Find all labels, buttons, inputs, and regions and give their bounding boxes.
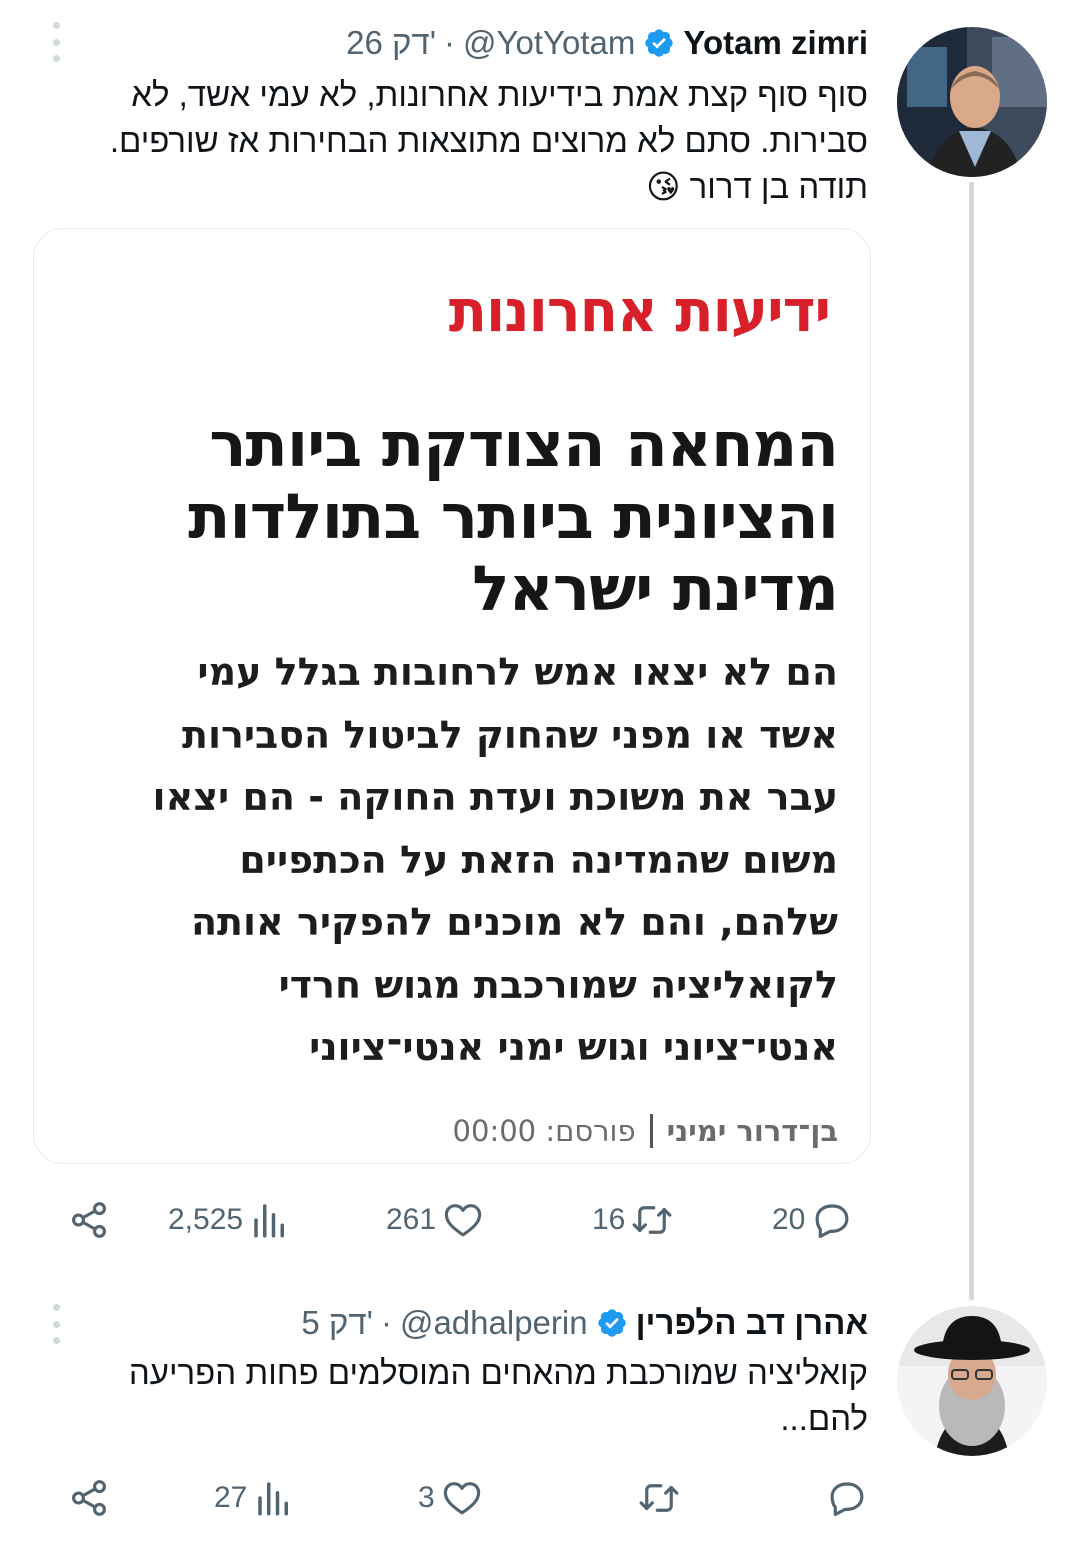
timestamp[interactable]: 5 דק' (301, 1304, 373, 1342)
reply-icon (815, 1204, 849, 1239)
analytics-icon (258, 1482, 289, 1516)
tweet-text-line: סוף סוף קצת אמת בידיעות אחרונות, לא עמי … (131, 76, 868, 113)
body-line: משום שהמדינה הזאת על הכתפיים (239, 837, 838, 882)
verified-badge-icon (597, 1309, 626, 1337)
avatar[interactable] (897, 27, 1047, 177)
more-options-icon[interactable] (46, 22, 66, 62)
views-button[interactable]: 2,525 (168, 1190, 291, 1250)
retweet-icon (632, 1206, 672, 1234)
reply-button[interactable]: 20 (772, 1190, 853, 1250)
like-count: 261 (386, 1203, 437, 1236)
tweet-header: Yotam zimri @YotYotam · 26 דק' (346, 18, 868, 68)
separator-dot: · (444, 24, 456, 61)
body-line: הם לא יצאו אמש לרחובות בגלל עמי (197, 650, 838, 694)
reply-count: 20 (772, 1203, 806, 1236)
byline-divider (649, 1114, 653, 1148)
timestamp[interactable]: 26 דק' (346, 24, 436, 62)
share-icon (72, 1202, 106, 1238)
tweet-text-line: תודה בן דרור 😘 (646, 168, 868, 205)
retweet-button[interactable]: 16 (592, 1190, 673, 1250)
tweet-2[interactable]: אהרן דב הלפרין @adhalperin · 5 דק' קואלי… (0, 1290, 1080, 1549)
author-name[interactable]: Yotam zimri (683, 24, 868, 62)
tweet-text-line: קואליציה שמורכבת מהאחים המוסלמים פחות הפ… (128, 1354, 868, 1391)
avatar[interactable] (897, 1306, 1047, 1456)
reply-icon (830, 1482, 864, 1517)
author-name[interactable]: אהרן דב הלפרין (636, 1304, 868, 1342)
newspaper-logo: ידיעות אחרונות (448, 277, 831, 346)
heart-icon (443, 1482, 480, 1515)
body-line: אנטי־ציוני וגוש ימני אנטי־ציוני (309, 1025, 838, 1069)
retweet-count: 16 (592, 1203, 626, 1236)
verified-badge-icon (645, 29, 674, 57)
published-time: פורסם: 00:00 (452, 1114, 636, 1148)
view-count: 2,525 (168, 1203, 244, 1236)
share-button[interactable] (68, 1468, 110, 1528)
tweet-text: סוף סוף קצת אמת בידיעות אחרונות, לא עמי … (68, 72, 868, 210)
like-button[interactable]: 3 (418, 1468, 483, 1528)
views-button[interactable]: 27 (214, 1468, 295, 1528)
tweet-1[interactable]: Yotam zimri @YotYotam · 26 דק' סוף סוף ק… (0, 0, 1080, 1300)
tweet-text-line: להם... (780, 1400, 868, 1437)
analytics-icon (254, 1204, 285, 1238)
more-options-icon[interactable] (46, 1304, 66, 1344)
headline-line: המחאה הצודקת ביותר (209, 408, 839, 481)
media-card[interactable]: ידיעות אחרונות המחאה הצודקת ביותר והציונ… (33, 228, 871, 1164)
like-button[interactable]: 261 (386, 1190, 484, 1250)
share-icon (72, 1480, 106, 1516)
tweet-text-line: סבירות. סתם לא מרוצים מתוצאות הבחירות אז… (109, 122, 868, 159)
body-line: אשד או מפני שהחוק לביטול הסבירות (181, 712, 838, 757)
headline-line: והציונית ביותר בתולדות (188, 480, 839, 553)
reply-button[interactable] (820, 1468, 868, 1528)
author-handle[interactable]: @YotYotam (463, 24, 635, 62)
body-line: עבר את משוכת ועדת החוקה - הם יצאו (152, 775, 838, 819)
like-count: 3 (418, 1481, 435, 1514)
tweet-header: אהרן דב הלפרין @adhalperin · 5 דק' (301, 1298, 868, 1348)
separator-dot: · (380, 1304, 392, 1341)
article-byline: בן־דרור ימיני פורסם: 00:00 (453, 1114, 838, 1148)
share-button[interactable] (68, 1190, 110, 1250)
article-author: בן־דרור ימיני (666, 1114, 838, 1148)
author-handle[interactable]: @adhalperin (400, 1304, 588, 1342)
heart-icon (444, 1204, 482, 1237)
tweet-text: קואליציה שמורכבת מהאחים המוסלמים פחות הפ… (68, 1350, 868, 1442)
tweet-actions: 3 27 (0, 1468, 1080, 1528)
article-body: הם לא יצאו אמש לרחובות בגלל עמי אשד או מ… (68, 641, 838, 1079)
tweet-actions: 20 16 261 2,525 (0, 1190, 1080, 1250)
retweet-button[interactable] (632, 1468, 680, 1528)
body-line: לקואליציה שמורכבת מגוש חרדי (278, 962, 838, 1007)
view-count: 27 (214, 1481, 248, 1514)
retweet-icon (639, 1484, 679, 1512)
headline-line: מדינת ישראל (472, 552, 839, 625)
thread-line (969, 182, 974, 1300)
article-headline: המחאה הצודקת ביותר והציונית ביותר בתולדו… (118, 408, 839, 625)
body-line: שלהם, והם לא מוכנים להפקיר אותה (190, 900, 838, 944)
